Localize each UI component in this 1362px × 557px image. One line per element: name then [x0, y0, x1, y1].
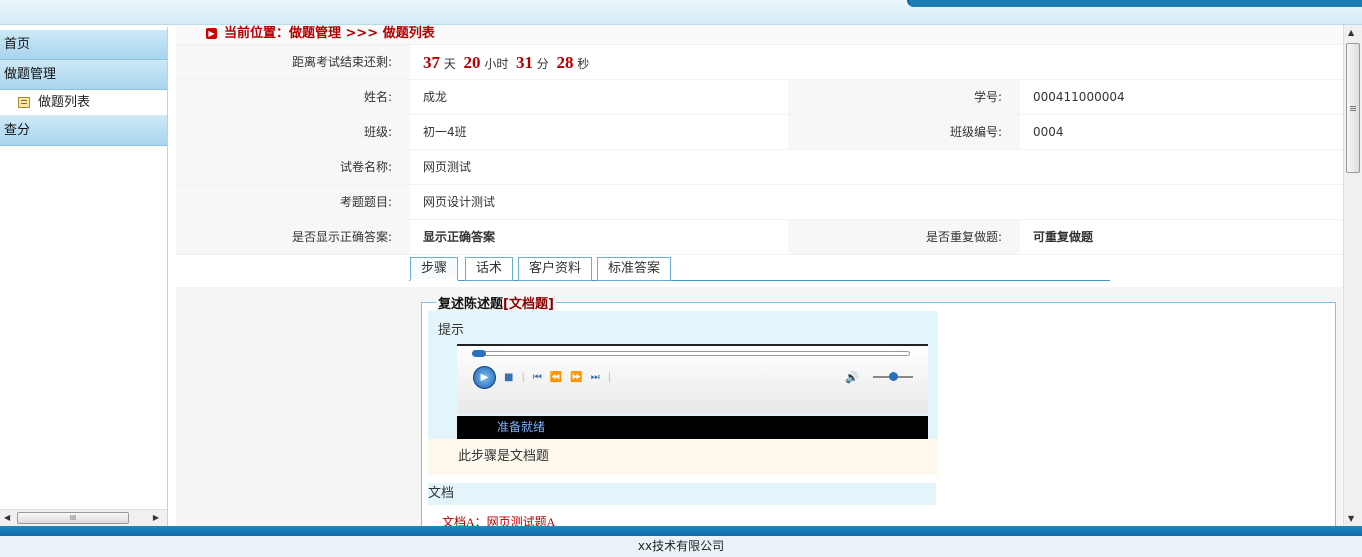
media-player[interactable]: ▶ ■ | ⏮ ⏪ ⏩ ⏭ | 🔊: [457, 344, 928, 414]
seconds-unit: 秒: [577, 57, 590, 71]
paper-label: 试卷名称:: [176, 150, 410, 184]
show-answer-label: 是否显示正确答案:: [176, 220, 410, 254]
tab-standard-answer[interactable]: 标准答案: [597, 257, 672, 281]
sidebar-item-check-score[interactable]: 查分: [0, 116, 167, 146]
step-note: 此步骤是文档题: [428, 439, 938, 475]
volume-knob[interactable]: [889, 372, 898, 381]
sidebar-item-home[interactable]: 首页: [0, 30, 167, 60]
scrollbar-thumb[interactable]: [1346, 43, 1360, 173]
countdown-row: 距离考试结束还剩: 37 天 20 小时 31 分 28 秒: [176, 45, 1342, 80]
topic-value: 网页设计测试: [423, 195, 496, 209]
question-type: [文档题]: [503, 297, 554, 312]
name-value: 成龙: [423, 90, 448, 104]
student-no-label: 学号:: [788, 80, 1020, 114]
top-banner: [0, 0, 1362, 25]
banner-decoration: [907, 0, 1362, 7]
footer: xx技术有限公司: [0, 526, 1362, 557]
class-label: 班级:: [176, 115, 410, 149]
countdown-minutes: 31: [515, 53, 533, 72]
scrollbar-thumb[interactable]: III: [17, 512, 129, 524]
player-status: 准备就绪: [457, 416, 928, 439]
scroll-right-icon[interactable]: ▶: [153, 513, 159, 522]
hint-label: 提示: [438, 323, 465, 338]
scrollbar-grip: III: [69, 514, 77, 522]
scroll-left-icon[interactable]: ◀: [4, 513, 10, 522]
document-label: 文档: [428, 483, 936, 505]
question-tabs: 步骤 话术 客户资料 标准答案: [176, 255, 1342, 282]
footer-band: [0, 526, 1362, 536]
main-vertical-scrollbar[interactable]: ▲ ▼: [1343, 25, 1362, 526]
countdown-days: 37: [423, 53, 440, 72]
sidebar-horizontal-scrollbar[interactable]: ◀ III ▶: [0, 509, 167, 526]
days-unit: 天: [443, 57, 456, 71]
arrow-right-icon: ▶: [206, 28, 217, 39]
student-no-value: 000411000004: [1033, 90, 1125, 104]
minutes-unit: 分: [536, 57, 549, 71]
seek-thumb[interactable]: [472, 350, 486, 357]
fast-forward-icon[interactable]: ⏩: [570, 372, 582, 383]
list-icon: [18, 97, 30, 108]
info-row-class: 班级: 初一4班 班级编号: 0004: [176, 115, 1342, 150]
tab-customer-info[interactable]: 客户资料: [518, 257, 593, 281]
tabs-underline: [409, 280, 1110, 281]
play-icon[interactable]: ▶: [473, 366, 496, 389]
main-content: ▶ 当前位置：做题管理 >>> 做题列表 距离考试结束还剩: 37 天 20 小…: [176, 25, 1342, 526]
repeat-value: 可重复做题: [1033, 230, 1094, 244]
name-label: 姓名:: [176, 80, 410, 114]
countdown-label: 距离考试结束还剩:: [176, 45, 410, 79]
tab-steps[interactable]: 步骤: [410, 257, 459, 281]
hours-unit: 小时: [484, 57, 509, 71]
show-answer-value: 显示正确答案: [423, 230, 496, 244]
info-row-topic: 考题题目: 网页设计测试: [176, 185, 1342, 220]
countdown-hours: 20: [463, 53, 481, 72]
scroll-down-icon[interactable]: ▼: [1348, 514, 1354, 523]
seek-bar[interactable]: [472, 351, 910, 356]
info-row-name: 姓名: 成龙 学号: 000411000004: [176, 80, 1342, 115]
sidebar-item-exercise-list[interactable]: 做题列表: [0, 90, 167, 116]
stop-icon[interactable]: ■: [504, 372, 513, 383]
topic-label: 考题题目:: [176, 185, 410, 219]
class-value: 初一4班: [423, 125, 467, 139]
breadcrumb: ▶ 当前位置：做题管理 >>> 做题列表: [176, 25, 1342, 45]
sidebar-item-label: 做题列表: [38, 94, 91, 110]
repeat-label: 是否重复做题:: [788, 220, 1020, 254]
info-row-paper: 试卷名称: 网页测试: [176, 150, 1342, 185]
rewind-icon[interactable]: ⏪: [550, 372, 562, 383]
countdown-seconds: 28: [556, 53, 574, 72]
footer-copyright: xx技术有限公司: [0, 536, 1362, 557]
sidebar: 首页 做题管理 做题列表 查分 ◀ III ▶: [0, 27, 168, 526]
class-no-label: 班级编号:: [788, 115, 1020, 149]
tab-script[interactable]: 话术: [465, 257, 514, 281]
question-panel: 复述陈述题[文档题] 提示 ▶ ■ | ⏮ ⏪ ⏩ ⏭ | 🔊 准备就绪 此步骤…: [176, 287, 1342, 526]
paper-value: 网页测试: [423, 160, 472, 174]
question-title: 复述陈述题[文档题]: [436, 293, 556, 312]
document-item[interactable]: 文档A：网页测试题A: [428, 507, 936, 526]
previous-icon[interactable]: ⏮: [533, 372, 542, 383]
scroll-up-icon[interactable]: ▲: [1348, 28, 1354, 37]
next-icon[interactable]: ⏭: [591, 372, 600, 383]
class-no-value: 0004: [1033, 125, 1064, 139]
info-row-settings: 是否显示正确答案: 显示正确答案 是否重复做题: 可重复做题: [176, 220, 1342, 255]
countdown-timer: 37 天 20 小时 31 分 28 秒: [410, 45, 589, 79]
breadcrumb-text: 当前位置：做题管理 >>> 做题列表: [224, 26, 435, 41]
sidebar-item-exercise-management[interactable]: 做题管理: [0, 60, 167, 90]
volume-icon[interactable]: 🔊: [845, 371, 859, 384]
